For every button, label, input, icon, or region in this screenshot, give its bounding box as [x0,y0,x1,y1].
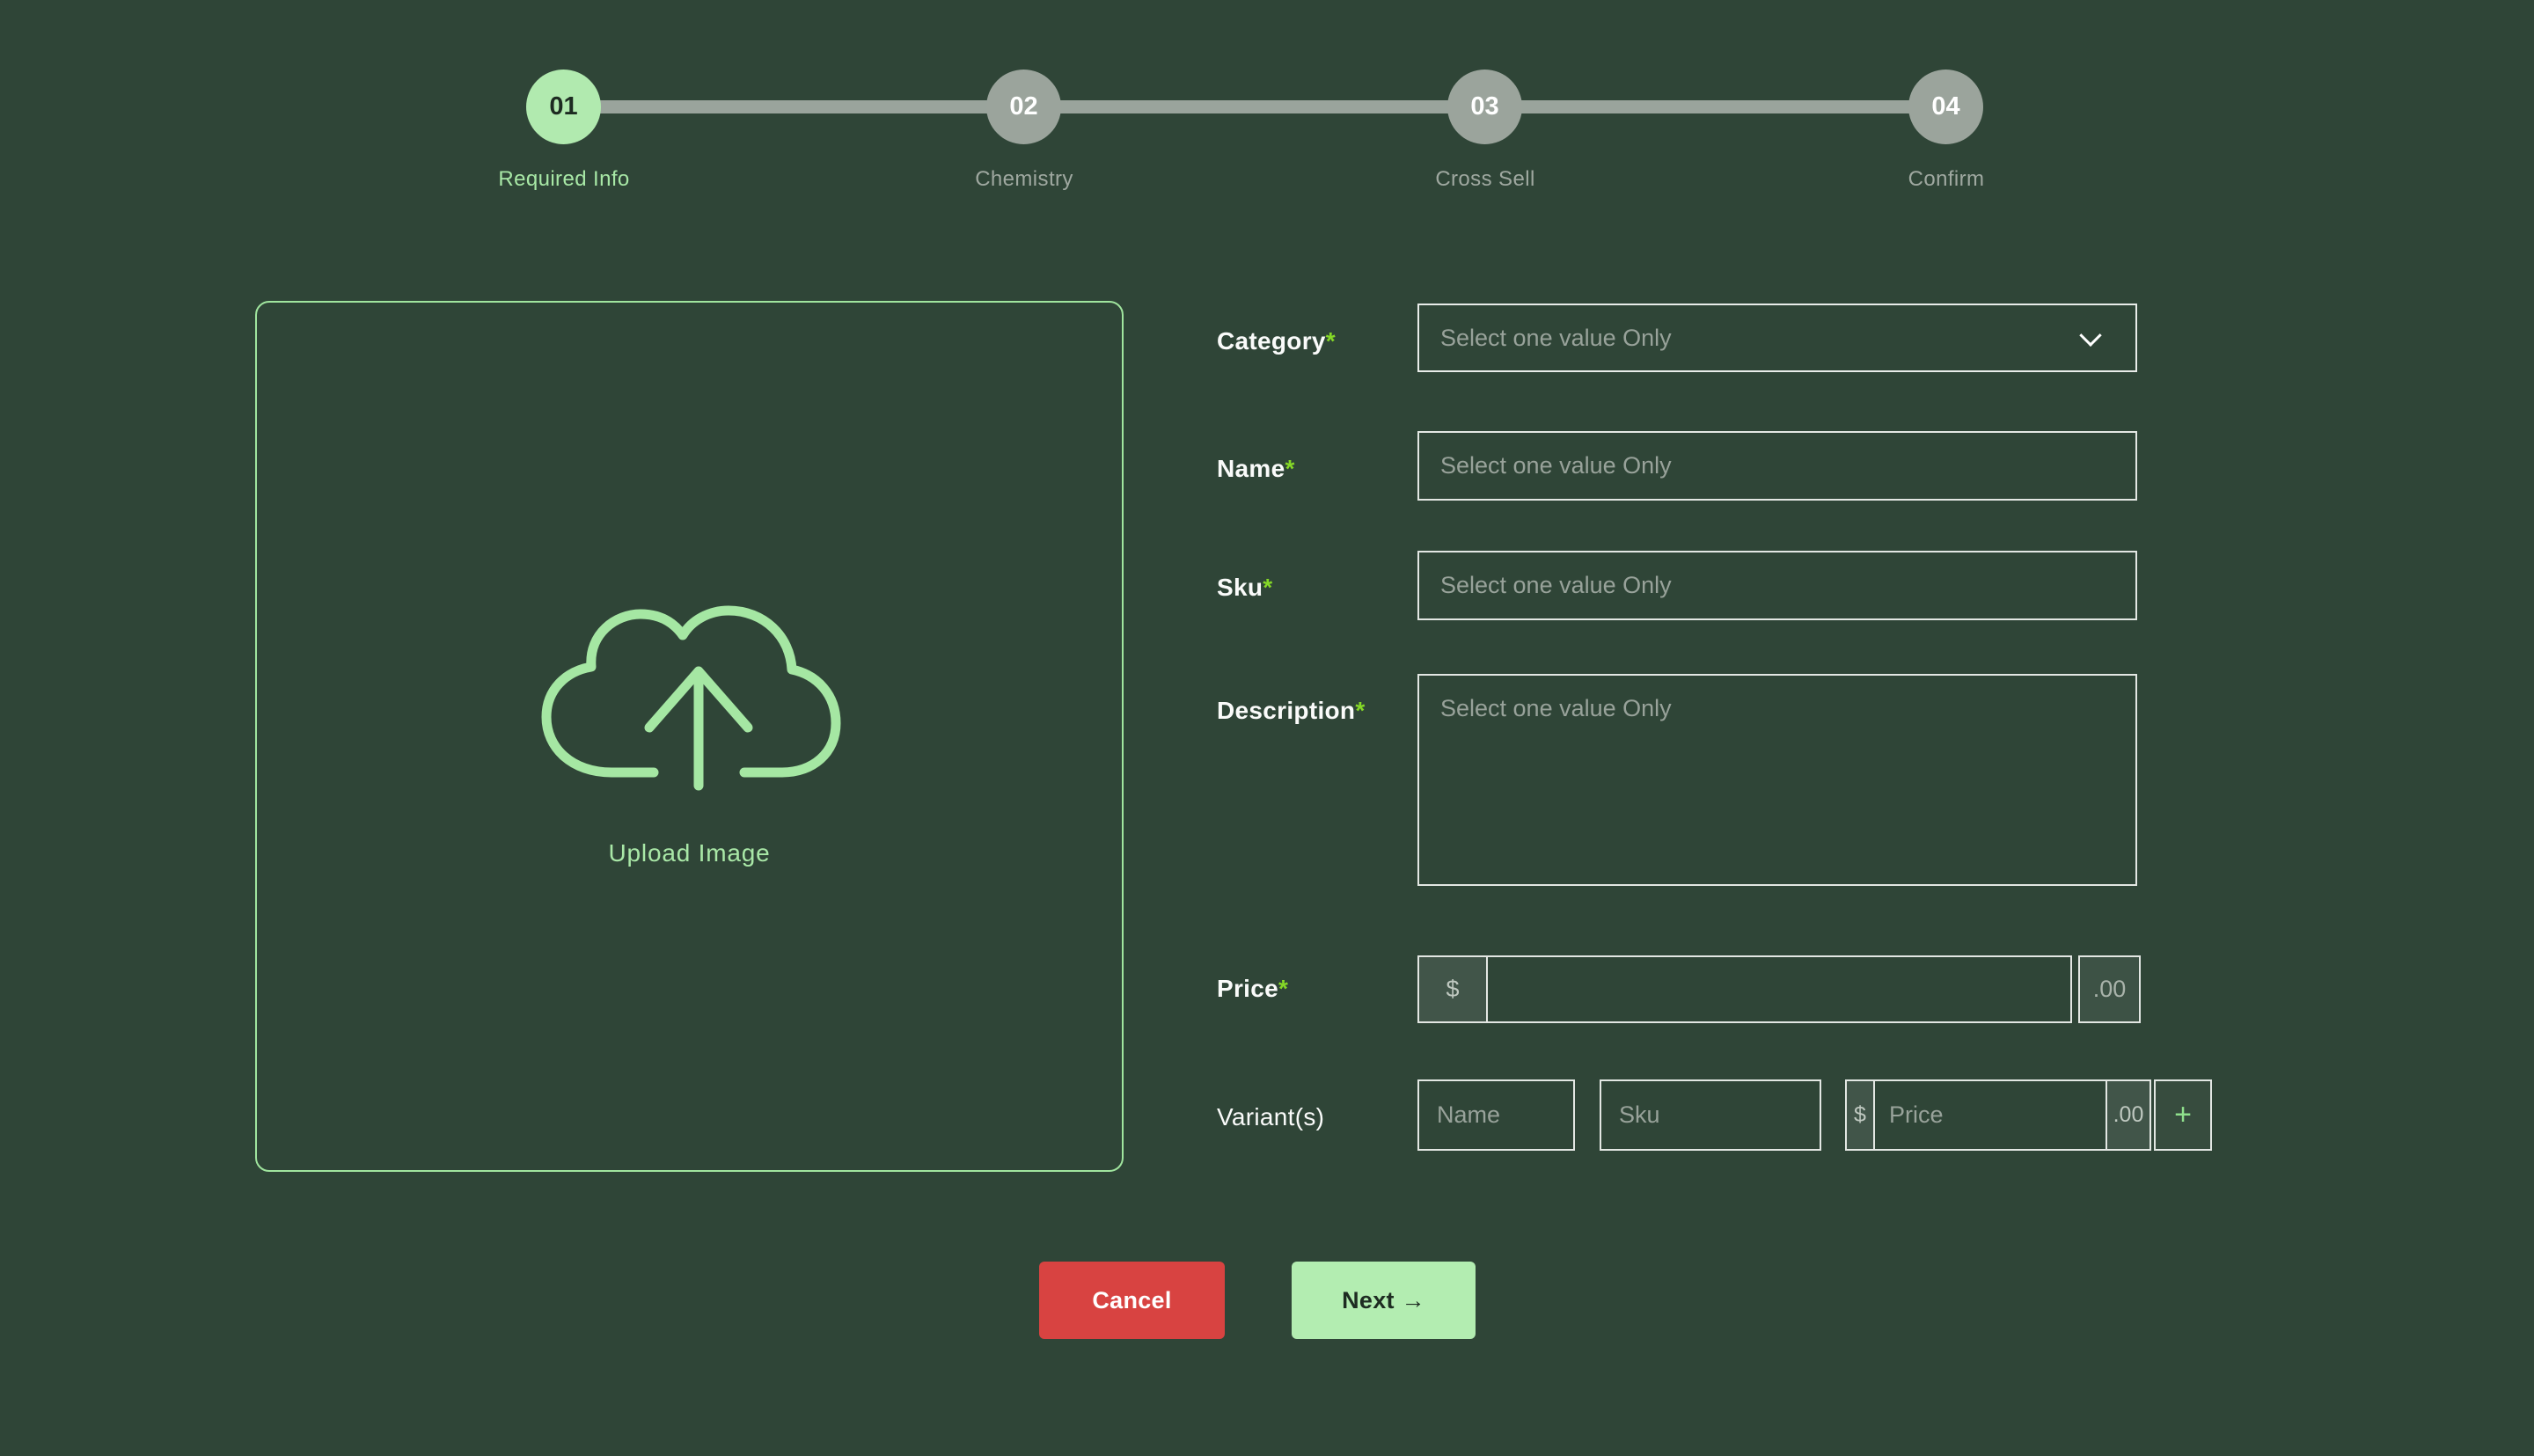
variant-sku-input[interactable] [1600,1079,1821,1151]
next-button[interactable]: Next → [1292,1262,1476,1339]
sku-label: Sku* [1217,574,1272,602]
variant-price-input-group: $ .00 [1845,1079,2151,1151]
step-label-required-info: Required Info [423,167,705,192]
variant-name-input[interactable] [1417,1079,1575,1151]
category-select[interactable]: Select one value Only [1417,304,2137,372]
variants-label: Variant(s) [1217,1103,1324,1131]
variant-price-input[interactable] [1875,1081,2106,1149]
upload-image-label: Upload Image [257,839,1122,867]
category-label: Category* [1217,327,1336,355]
variant-price-decimal-suffix: .00 [2106,1081,2150,1149]
step-circle-2[interactable]: 02 [986,70,1061,144]
price-input[interactable] [1488,957,2070,1021]
step-circle-3[interactable]: 03 [1447,70,1522,144]
price-label: Price* [1217,975,1288,1003]
description-textarea[interactable] [1417,674,2137,886]
add-variant-button[interactable]: + [2154,1079,2212,1151]
stepper-connector-line [564,100,1946,113]
step-circle-1[interactable]: 01 [526,70,601,144]
step-label-confirm: Confirm [1805,167,2087,192]
price-input-group: $ [1417,955,2072,1023]
cancel-button[interactable]: Cancel [1039,1262,1225,1339]
category-select-value: Select one value Only [1440,325,1672,352]
chevron-down-icon [2079,325,2101,347]
step-circle-4[interactable]: 04 [1908,70,1983,144]
name-label: Name* [1217,455,1295,483]
price-currency-prefix: $ [1419,957,1488,1021]
cloud-upload-icon [532,594,849,792]
description-label: Description* [1217,697,1366,725]
variant-price-currency-prefix: $ [1847,1081,1875,1149]
price-decimal-suffix: .00 [2078,955,2141,1023]
upload-image-dropzone[interactable]: Upload Image [255,301,1124,1172]
step-label-cross-sell: Cross Sell [1344,167,1626,192]
sku-input[interactable] [1417,551,2137,620]
name-input[interactable] [1417,431,2137,501]
add-product-wizard: { "colors": { "background": "#2F4537", "… [0,0,2534,1456]
step-label-chemistry: Chemistry [883,167,1165,192]
